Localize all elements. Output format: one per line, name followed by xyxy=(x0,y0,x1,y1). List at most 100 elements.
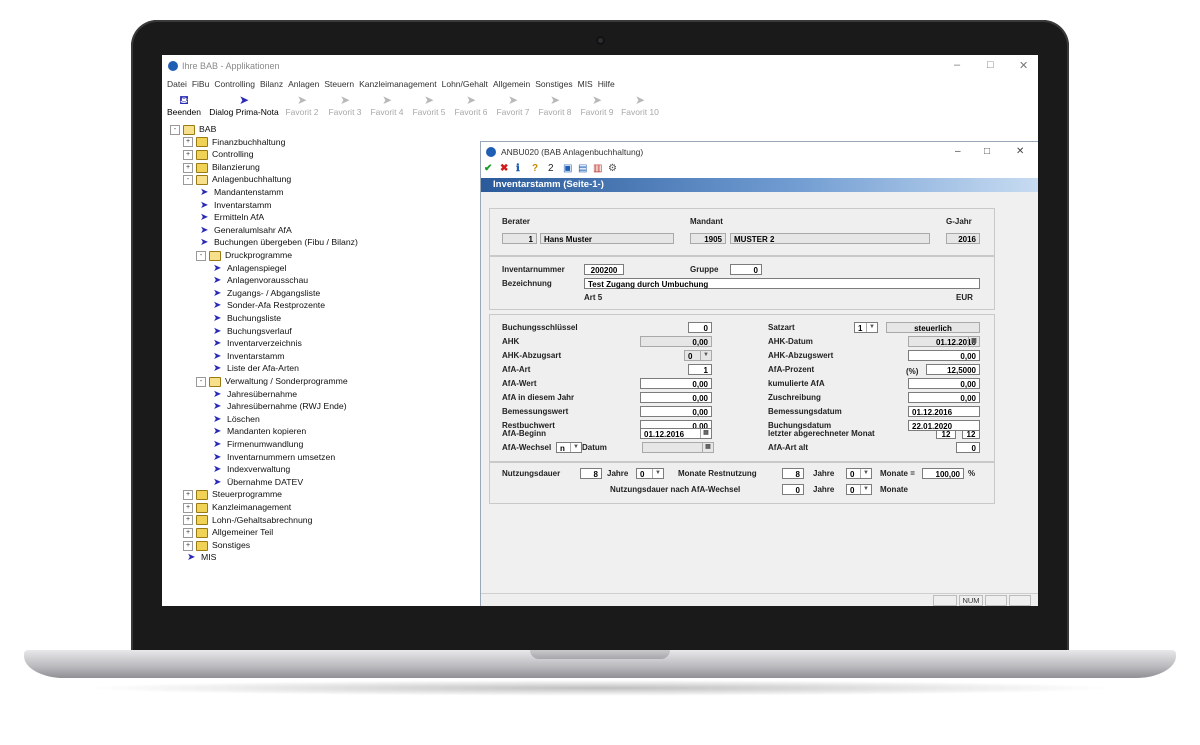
toolbar-button-8[interactable]: ➤ Favorit 7 xyxy=(491,93,535,117)
left-field-input[interactable]: 0 ▼ xyxy=(684,350,712,361)
toolbar-button-5[interactable]: ➤ Favorit 4 xyxy=(365,93,409,117)
tree-item[interactable]: - Druckprogramme xyxy=(196,249,292,261)
tree-item[interactable]: - BAB xyxy=(170,123,216,135)
expand-icon[interactable]: + xyxy=(183,149,193,160)
tree-item[interactable]: ➤ Ermitteln AfA xyxy=(196,211,264,223)
tree-item[interactable]: + Finanzbuchhaltung xyxy=(183,136,285,148)
toolbar-button-11[interactable]: ➤ Favorit 10 xyxy=(618,93,662,117)
tree-item[interactable]: + Allgemeiner Teil xyxy=(183,526,273,538)
menu-item-hilfe[interactable]: Hilfe xyxy=(598,77,615,91)
tree-item[interactable]: ➤ MIS xyxy=(183,551,216,563)
right-field-input[interactable]: 0,00 xyxy=(908,350,980,361)
menu-item-mis[interactable]: MIS xyxy=(578,77,593,91)
collapse-icon[interactable]: - xyxy=(196,376,206,387)
nd-wechsel-jahre-field[interactable]: 0 xyxy=(782,484,804,495)
settings-icon[interactable]: ⚙ xyxy=(608,163,617,174)
tree-item[interactable]: + Controlling xyxy=(183,148,254,160)
menu-item-steuern[interactable]: Steuern xyxy=(324,77,354,91)
dialog-minimize-button[interactable]: – xyxy=(955,146,961,157)
tree-item[interactable]: ➤ Jahresübernahme (RWJ Ende) xyxy=(209,400,347,412)
right-field-input[interactable]: 12,5000 xyxy=(926,364,980,375)
tree-item[interactable]: ➤ Zugangs- / Abgangsliste xyxy=(209,287,320,299)
tree-item[interactable]: + Bilanzierung xyxy=(183,161,260,173)
dialog-maximize-button[interactable]: □ xyxy=(984,146,990,157)
right-field-input[interactable]: 01.12.2016 xyxy=(908,406,980,417)
document-icon[interactable]: ▣ xyxy=(563,163,572,174)
right-field-input[interactable]: 01.12.2016 ▦ xyxy=(908,336,980,347)
toolbar-button-6[interactable]: ➤ Favorit 5 xyxy=(407,93,451,117)
calendar-icon[interactable]: ▦ xyxy=(700,429,711,438)
tree-item[interactable]: ➤ Anlagenspiegel xyxy=(209,262,286,274)
menu-item-anlagen[interactable]: Anlagen xyxy=(288,77,319,91)
menu-item-kanzleimanagement[interactable]: Kanzleimanagement xyxy=(359,77,437,91)
tree-item[interactable]: ➤ Buchungsverlauf xyxy=(209,325,292,337)
dialog-close-button[interactable]: ✕ xyxy=(1016,146,1024,157)
toolbar-button-2[interactable]: ➤ Dialog Prima-Nota xyxy=(209,93,279,117)
tree-item[interactable]: ➤ Übernahme DATEV xyxy=(209,476,303,488)
inventarnummer-input[interactable]: 200200 xyxy=(584,264,624,275)
expand-icon[interactable]: + xyxy=(183,515,193,526)
right-field-input[interactable]: 22.01.2020 xyxy=(908,420,980,431)
nutzungsdauer-input[interactable]: 8 xyxy=(580,468,602,479)
chevron-down-icon[interactable]: ▼ xyxy=(700,351,711,360)
expand-icon[interactable]: + xyxy=(183,502,193,513)
menu-item-sonstiges[interactable]: Sonstiges xyxy=(535,77,572,91)
left-field-input[interactable]: 1 xyxy=(688,364,712,375)
left-field-input[interactable]: 0,00 xyxy=(640,406,712,417)
tree-item[interactable]: ➤ Firmenumwandlung xyxy=(209,438,303,450)
left-field-input[interactable]: 01.12.2016 ▦ xyxy=(640,428,712,439)
left-field-input[interactable]: 0,00 xyxy=(640,392,712,403)
gruppe-input[interactable]: 0 xyxy=(730,264,762,275)
left-field-input[interactable]: 0,00 xyxy=(640,336,712,347)
tree-item[interactable]: ➤ Inventarstamm xyxy=(209,350,284,362)
tree-item[interactable]: + Kanzleimanagement xyxy=(183,501,291,513)
left-field-input[interactable]: 0 xyxy=(688,322,712,333)
close-button[interactable]: ✕ xyxy=(1019,59,1028,72)
collapse-icon[interactable]: - xyxy=(170,124,180,135)
restnutzung-monate-select[interactable]: 0 ▼ xyxy=(846,468,872,479)
list-icon[interactable]: ▤ xyxy=(578,163,587,174)
tree-item[interactable]: ➤ Inventarnummern umsetzen xyxy=(209,451,335,463)
collapse-icon[interactable]: - xyxy=(183,175,193,186)
maximize-button[interactable]: □ xyxy=(987,59,994,71)
collapse-icon[interactable]: - xyxy=(196,250,206,261)
menu-item-allgemein[interactable]: Allgemein xyxy=(493,77,530,91)
confirm-icon[interactable]: ✔ xyxy=(484,163,492,174)
tree-item[interactable]: ➤ Sonder-Afa Restprozente xyxy=(209,299,325,311)
afa-art-alt-field[interactable]: 0 xyxy=(956,442,980,453)
resize-grip[interactable] xyxy=(1009,595,1031,606)
expand-icon[interactable]: + xyxy=(183,137,193,148)
menu-item-fibu[interactable]: FiBu xyxy=(192,77,209,91)
calendar-icon[interactable]: ▦ xyxy=(968,337,979,346)
nd-wechsel-monate-select[interactable]: 0 ▼ xyxy=(846,484,872,495)
cancel-icon[interactable]: ✖ xyxy=(500,163,508,174)
chevron-down-icon[interactable]: ▼ xyxy=(860,469,871,478)
menu-item-bilanz[interactable]: Bilanz xyxy=(260,77,283,91)
minimize-button[interactable]: – xyxy=(954,59,960,71)
tree-item[interactable]: ➤ Indexverwaltung xyxy=(209,463,290,475)
chevron-down-icon[interactable]: ▼ xyxy=(866,323,877,332)
help-icon[interactable]: ? xyxy=(532,163,538,174)
report-icon[interactable]: ▥ xyxy=(593,163,602,174)
tree-item[interactable]: ➤ Mandantenstamm xyxy=(196,186,284,198)
toolbar-button-1[interactable]: ⛾ Beenden xyxy=(162,93,206,117)
page-two-icon[interactable]: 2 xyxy=(548,163,554,174)
left-field-input[interactable]: n ▼ xyxy=(556,442,582,453)
chevron-down-icon[interactable]: ▼ xyxy=(860,485,871,494)
right-field-input[interactable]: 0,00 xyxy=(908,392,980,403)
info-icon[interactable]: ℹ xyxy=(516,163,520,174)
tree-item[interactable]: ➤ Anlagenvorausschau xyxy=(209,274,308,286)
tree-item[interactable]: ➤ Inventarstamm xyxy=(196,199,271,211)
datum-field[interactable]: ▦ xyxy=(642,442,714,453)
tree-item[interactable]: ➤ Jahresübernahme xyxy=(209,388,297,400)
tree-item[interactable]: ➤ Generalumlsahr AfA xyxy=(196,224,292,236)
prozent-field[interactable]: 100,00 xyxy=(922,468,964,479)
expand-icon[interactable]: + xyxy=(183,490,193,501)
toolbar-button-7[interactable]: ➤ Favorit 6 xyxy=(449,93,493,117)
tree-item[interactable]: ➤ Inventarverzeichnis xyxy=(209,337,302,349)
toolbar-button-3[interactable]: ➤ Favorit 2 xyxy=(280,93,324,117)
chevron-down-icon[interactable]: ▼ xyxy=(570,443,581,452)
tree-item[interactable]: ➤ Löschen xyxy=(209,413,260,425)
calendar-icon[interactable]: ▦ xyxy=(702,443,713,452)
chevron-down-icon[interactable]: ▼ xyxy=(652,469,663,478)
